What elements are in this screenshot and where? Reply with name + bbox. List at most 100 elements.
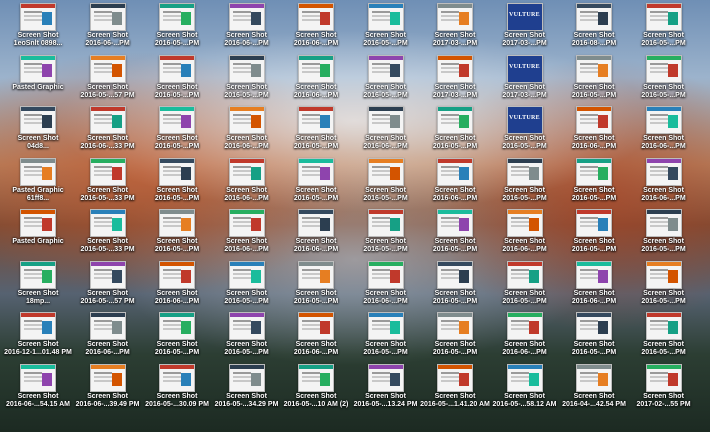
file-name-label: Screen Shot (573, 392, 615, 400)
file-name-label: Screen Shot (365, 83, 406, 91)
thumbnail-line (163, 320, 181, 322)
thumbnail-image-block (181, 321, 191, 334)
file-date-label: 2016-05-...PM (502, 143, 547, 150)
thumbnail-image-block (459, 269, 469, 283)
desktop-file-icon[interactable]: Screen Shot 2016-06-...54.15 AM (0, 363, 76, 426)
thumbnail-image-block (42, 321, 52, 334)
thumbnail-header-bar (577, 261, 611, 266)
thumbnail-line (580, 62, 598, 65)
file-date-label: 2016-12-1...01.48 PM (4, 349, 72, 356)
thumbnail-image-block (250, 321, 261, 334)
thumbnail-line (24, 268, 42, 271)
file-date-label: 2016-05-...PM (154, 143, 200, 150)
thumbnail-header-bar (507, 313, 542, 317)
thumbnail-header-bar (229, 158, 264, 163)
thumbnail-header-bar (438, 107, 472, 111)
thumbnail-image-block (250, 218, 261, 231)
desktop-file-icon[interactable]: Screen Shot 2017-02-...55 PM (626, 363, 702, 426)
thumbnail-line (302, 62, 320, 65)
screenshot-thumbnail-icon (367, 260, 404, 289)
thumbnail-image-block (42, 115, 52, 128)
desktop-file-icon[interactable]: Screen Shot 2016-06-...39.49 PM (70, 363, 146, 426)
thumbnail-line (163, 371, 181, 374)
file-date-label: 2016-05-...PM (432, 297, 478, 305)
thumbnail-line (441, 11, 459, 13)
file-date-label: 2016-05-...PM (641, 297, 686, 305)
file-name-label: Screen Shot (365, 341, 406, 348)
thumbnail-line (232, 11, 251, 13)
thumbnail-image-block (598, 12, 608, 25)
thumbnail-line (441, 165, 459, 168)
thumbnail-image-block (320, 166, 330, 180)
thumbnail-header-bar (21, 364, 55, 369)
thumbnail-image-block (320, 218, 330, 231)
thumbnail-header-bar (160, 313, 194, 317)
screenshot-thumbnail-icon (367, 209, 404, 237)
file-name-label: Screen Shot (504, 392, 545, 400)
thumbnail-header-bar (368, 4, 403, 8)
screenshot-thumbnail-icon (645, 260, 682, 289)
file-date-label: 2016-05-...57 PM (80, 297, 135, 305)
thumbnail-header-bar (160, 210, 194, 214)
thumbnail-image-block (181, 63, 191, 77)
thumbnail-line (441, 320, 459, 322)
file-name-label: Screen Shot (365, 32, 406, 39)
file-name-label: Screen Shot (226, 238, 267, 245)
thumbnail-header-bar (21, 313, 55, 317)
thumbnail-image-block (320, 372, 330, 386)
file-name-label: Screen Shot (434, 186, 476, 194)
file-name-label: Screen Shot (156, 392, 198, 400)
file-name-label: Screen Shot (573, 289, 615, 297)
file-name-label: Pasted Graphic (12, 238, 64, 245)
desktop-file-icon[interactable]: Screen Shot 2016-04-...42.54 PM (556, 363, 632, 426)
screenshot-thumbnail-icon (298, 312, 334, 340)
thumbnail-image-block (389, 218, 400, 231)
thumbnail-header-bar (229, 313, 264, 317)
thumbnail-header-bar (90, 261, 125, 266)
thumbnail-line (510, 268, 529, 271)
thumbnail-image-block (459, 63, 469, 77)
thumbnail-header-bar (21, 261, 55, 266)
desktop-file-icon[interactable]: Screen Shot 2016-05-...30.09 PM (139, 363, 215, 426)
screenshot-thumbnail-icon (645, 209, 682, 237)
desktop-file-icon[interactable]: Screen Shot 2016-05-...34.29 PM (209, 363, 285, 426)
screenshot-thumbnail-icon (367, 312, 404, 340)
file-name-label: Screen Shot (226, 392, 267, 400)
thumbnail-header-bar (438, 4, 472, 8)
thumbnail-line (510, 165, 529, 168)
desktop-file-icon[interactable]: Screen Shot 2016-05-...10 AM (2) (278, 363, 354, 426)
thumbnail-header-bar (438, 55, 472, 60)
file-date-label: 2016-05-...PM (571, 194, 617, 202)
thumbnail-image-block (528, 372, 539, 386)
file-name-label: Screen Shot (295, 135, 337, 142)
thumbnail-line (649, 320, 668, 322)
thumbnail-image-block (667, 115, 678, 128)
file-name-label: Screen Shot (295, 238, 337, 245)
screenshot-thumbnail-icon: VULTURE (506, 3, 543, 31)
file-date-label: 2016-05-...PM (154, 40, 200, 47)
desktop-file-icon[interactable]: Screen Shot 2016-05-...13.24 PM (348, 363, 424, 426)
screenshot-thumbnail-icon (228, 209, 265, 237)
screenshot-thumbnail-icon: VULTURE (506, 106, 543, 134)
file-name-label: Screen Shot (226, 83, 267, 91)
thumbnail-header-bar (90, 364, 125, 369)
thumbnail-header-bar (21, 107, 55, 111)
screenshot-thumbnail-icon (298, 54, 334, 83)
desktop-file-icon[interactable]: Screen Shot 2016-05-...58.12 AM (487, 363, 563, 426)
thumbnail-image-block (667, 63, 678, 77)
file-name-label: Screen Shot (17, 135, 59, 142)
thumbnail-image-block (459, 166, 469, 180)
file-date-label: 2016-06-...PM (293, 349, 339, 356)
thumbnail-header-bar (160, 55, 194, 60)
desktop-file-icon[interactable]: Screen Shot 2016-05-...1.41.20 AM (417, 363, 493, 426)
thumbnail-header-bar (160, 158, 194, 163)
screenshot-thumbnail-icon (367, 363, 404, 392)
screenshot-thumbnail-icon (159, 312, 195, 340)
thumbnail-line (371, 320, 390, 322)
thumbnail-header-bar (21, 158, 55, 163)
screenshot-thumbnail-icon (645, 3, 682, 31)
thumbnail-image-block (528, 321, 539, 334)
file-date-label: 2017-03-...PM (432, 91, 478, 99)
thumbnail-header-bar (90, 4, 125, 8)
thumbnail-header-bar (368, 107, 403, 111)
